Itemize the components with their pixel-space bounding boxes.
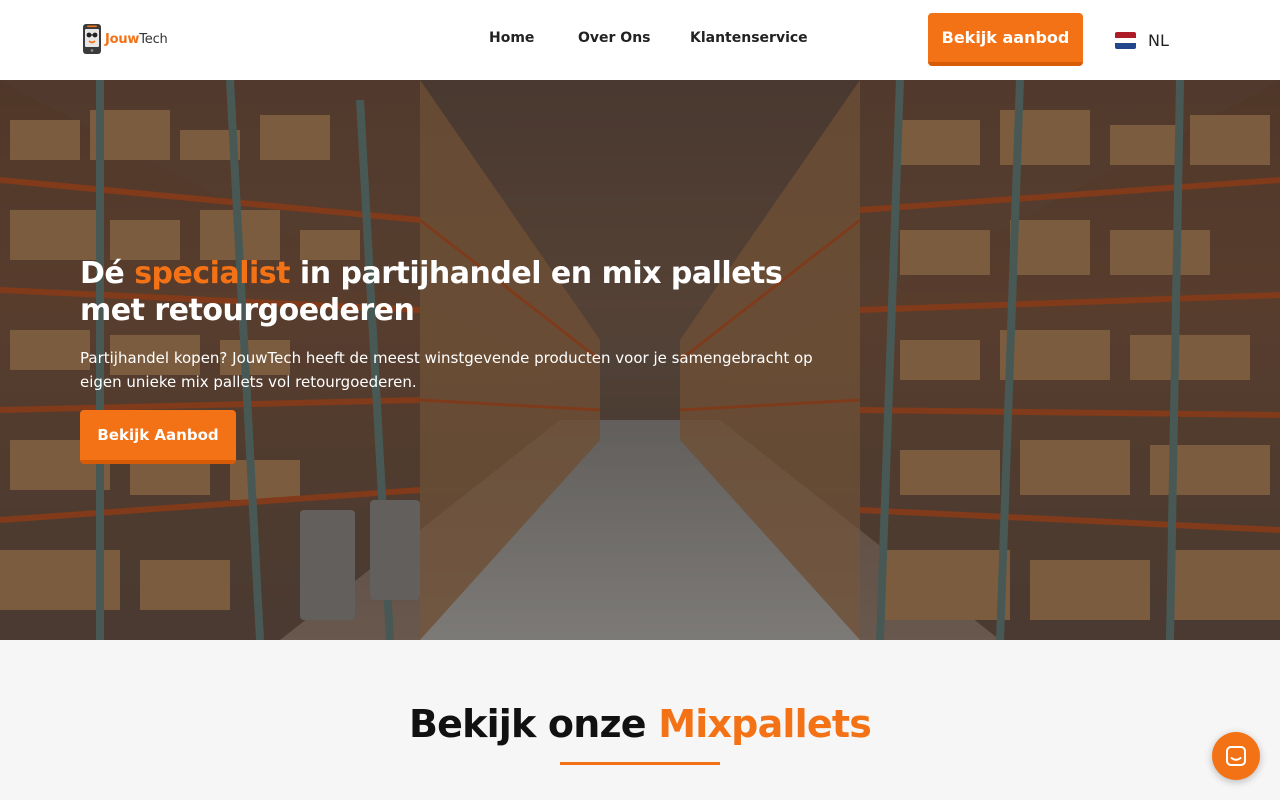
header-bekijk-aanbod-button[interactable]: Bekijk aanbod <box>928 13 1083 66</box>
language-selector[interactable]: NL <box>1115 31 1169 50</box>
mixpallets-section-title: Bekijk onze Mixpallets <box>0 702 1280 746</box>
chat-icon <box>1226 746 1246 766</box>
section-title-underline <box>560 762 720 765</box>
section-title-part1: Bekijk onze <box>408 702 659 746</box>
language-label: NL <box>1148 31 1169 50</box>
nav-item-klantenservice[interactable]: Klantenservice <box>690 30 808 46</box>
logo-wordmark: JouwTech <box>105 32 168 47</box>
netherlands-flag-icon <box>1115 32 1136 49</box>
hero-title-accent: specialist <box>134 256 290 291</box>
logo-text-tech: Tech <box>139 31 168 47</box>
jouwtech-logo[interactable]: JouwTech <box>82 22 168 56</box>
logo-text-jouw: Jouw <box>105 31 140 47</box>
hero-bekijk-aanbod-button[interactable]: Bekijk Aanbod <box>80 410 236 464</box>
hero-section: Dé specialist in partijhandel en mix pal… <box>0 80 1280 640</box>
hero-subtitle: Partijhandel kopen? JouwTech heeft de me… <box>80 349 813 391</box>
site-header: JouwTech Home Over Ons Klantenservice Be… <box>0 0 1280 80</box>
hero-title-part1: Dé <box>80 256 135 291</box>
hero-title: Dé specialist in partijhandel en mix pal… <box>80 255 840 329</box>
phone-mascot-icon <box>83 24 101 54</box>
nav-item-over-ons[interactable]: Over Ons <box>578 30 651 46</box>
section-title-accent: Mixpallets <box>658 702 872 746</box>
nav-item-home[interactable]: Home <box>489 30 534 46</box>
chat-launcher-button[interactable] <box>1212 732 1260 780</box>
